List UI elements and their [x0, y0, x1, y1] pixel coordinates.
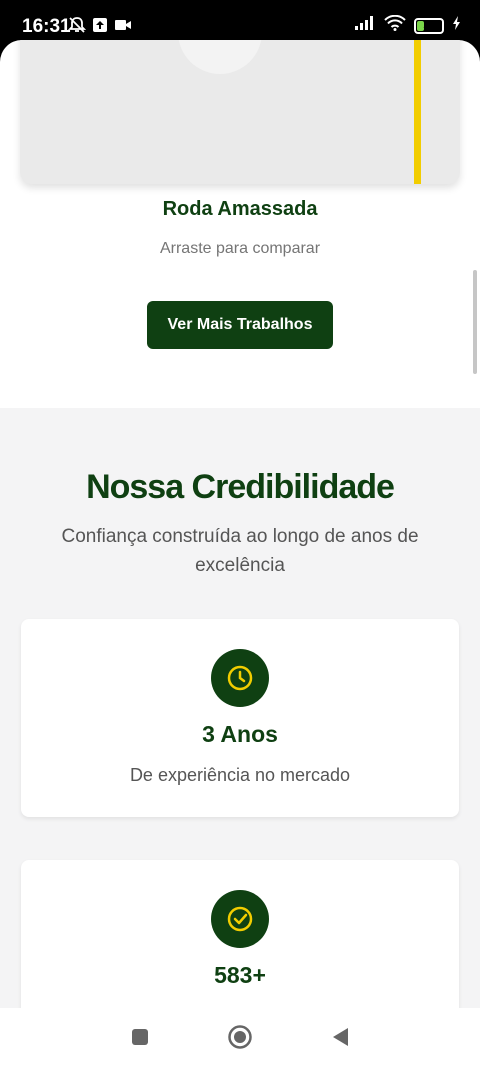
section-subtitle: Confiança construída ao longo de anos de… [61, 526, 419, 576]
mute-bell-icon [67, 16, 87, 39]
recent-apps-button[interactable] [125, 1022, 155, 1052]
notification-icons [67, 16, 132, 39]
slider-handle[interactable] [414, 40, 421, 184]
signal-icon [354, 15, 376, 36]
stat-label: De experiência no mercado [129, 765, 351, 785]
status-time: 16:31 [22, 16, 71, 37]
before-after-slider[interactable] [20, 40, 460, 184]
slider-image-shape [178, 40, 262, 74]
home-circle-icon [228, 1025, 252, 1049]
battery-icon: 28 [414, 17, 444, 34]
system-icons: 28 [354, 14, 462, 36]
stat-value: 3 Anos [202, 721, 278, 747]
drag-hint: Arraste para comparar [159, 240, 321, 257]
check-circle-icon [211, 890, 269, 948]
home-button[interactable] [225, 1022, 255, 1052]
video-icon [114, 18, 132, 37]
square-icon [132, 1029, 148, 1045]
page-content: Roda Amassada Arraste para comparar Ver … [0, 40, 480, 1008]
battery-percent: 28 [423, 20, 435, 31]
upload-icon [92, 17, 108, 38]
system-nav-bar [0, 1008, 480, 1066]
see-more-works-button[interactable]: Ver Mais Trabalhos [147, 301, 333, 349]
section-title: Nossa Credibilidade [86, 468, 395, 506]
back-triangle-icon [333, 1028, 348, 1046]
work-title: Roda Amassada [162, 198, 318, 220]
back-button[interactable] [325, 1022, 355, 1052]
stat-value: 583+ [214, 962, 266, 988]
wifi-icon [384, 14, 406, 36]
stat-card-jobs: 583+ [21, 860, 459, 1008]
stat-card-experience: 3 Anos De experiência no mercado [21, 619, 459, 817]
charging-icon [452, 15, 462, 36]
scrollbar[interactable] [473, 270, 477, 374]
clock-icon [211, 649, 269, 707]
credibility-section: Nossa Credibilidade Confiança construída… [0, 408, 480, 1008]
